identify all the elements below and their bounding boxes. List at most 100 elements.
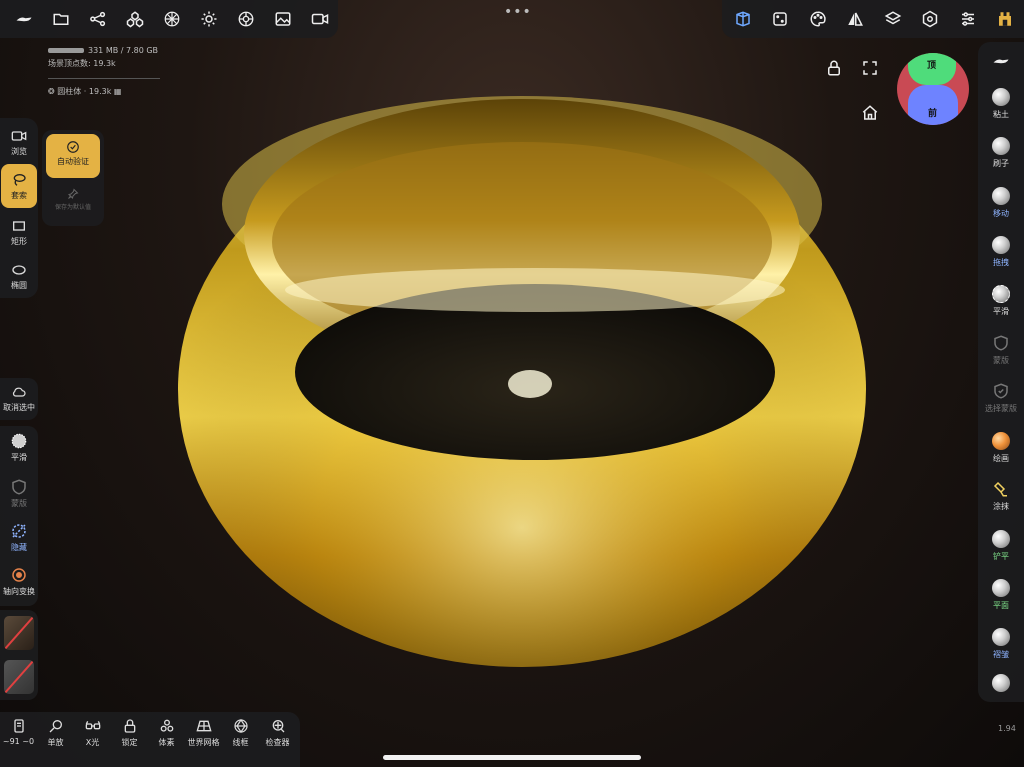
primitives-icon[interactable] xyxy=(117,0,154,38)
tool-smooth[interactable]: 平滑 xyxy=(978,279,1024,327)
paint-icon xyxy=(992,432,1010,450)
view-gizmo[interactable]: 顶 前 xyxy=(897,53,969,125)
deselect-label: 取消选中 xyxy=(3,403,35,412)
xray-button[interactable]: X光 xyxy=(74,718,111,748)
tool-label: 拖拽 xyxy=(993,258,1009,267)
image-icon[interactable] xyxy=(264,0,301,38)
zoom-button[interactable]: 单放 xyxy=(37,718,74,748)
inspector-button[interactable]: 检查器 xyxy=(259,718,296,748)
history-button[interactable]: ~91 ~0 xyxy=(0,718,37,746)
more-tools-icon xyxy=(992,674,1010,692)
move-icon xyxy=(992,187,1010,205)
tool-planar[interactable]: 平面 xyxy=(978,573,1024,621)
inspector-icon xyxy=(272,720,284,733)
deselect-button[interactable]: 取消选中 xyxy=(0,378,38,420)
tool-axis-transform[interactable]: 轴向变换 xyxy=(0,562,38,606)
smooth-icon xyxy=(992,285,1010,303)
tool-smooth[interactable]: 平滑 xyxy=(0,428,38,472)
tool-mask[interactable]: 蒙版 xyxy=(978,328,1024,376)
light-icon[interactable] xyxy=(190,0,227,38)
gizmo-front-label: 前 xyxy=(928,109,938,119)
inspector-label: 检查器 xyxy=(265,738,290,747)
flatten-icon xyxy=(992,530,1010,548)
tool-ellipse[interactable]: 椭圆 xyxy=(0,254,38,298)
folder-icon[interactable] xyxy=(43,0,80,38)
tool-label: 粘土 xyxy=(993,110,1009,119)
tool-flatten[interactable]: 铲平 xyxy=(978,524,1024,572)
selection-tools-panel: 浏览 套索 矩形 椭圆 xyxy=(0,118,38,298)
version-label: 1.94 xyxy=(998,724,1016,733)
material-sphere-icon[interactable] xyxy=(154,0,191,38)
symmetry-icon[interactable] xyxy=(837,0,875,38)
tool-label: 平面 xyxy=(993,601,1009,610)
tool-label: 浏览 xyxy=(11,147,27,156)
tool-move[interactable]: 移动 xyxy=(978,181,1024,229)
tool-label: 平滑 xyxy=(11,453,27,462)
tool-rectangle[interactable]: 矩形 xyxy=(0,210,38,254)
world-grid-icon xyxy=(195,720,212,732)
memory-bar xyxy=(48,48,84,53)
topology-icon[interactable] xyxy=(724,0,762,38)
ring-model[interactable] xyxy=(150,84,890,674)
select-mask-icon xyxy=(994,383,1008,399)
crease-icon xyxy=(992,628,1010,646)
tool-clay[interactable]: 粘土 xyxy=(978,82,1024,130)
lock-view-icon[interactable] xyxy=(824,58,844,78)
fullscreen-icon[interactable] xyxy=(860,58,880,78)
object-info[interactable]: ❂ 圆柱体 · 19.3k ▦ xyxy=(48,85,160,98)
lock-button[interactable]: 锁定 xyxy=(111,718,148,748)
settings-icon[interactable] xyxy=(912,0,950,38)
tool-label: 绘画 xyxy=(993,454,1009,463)
object-verts: 19.3k xyxy=(88,87,112,96)
camera-icon xyxy=(11,131,27,141)
wire-icon: ▦ xyxy=(113,87,122,96)
dice-icon[interactable] xyxy=(762,0,800,38)
tool-lasso[interactable]: 套索 xyxy=(1,164,37,208)
tool-label: 矩形 xyxy=(11,237,27,246)
tool-crease[interactable]: 褶皱 xyxy=(978,622,1024,670)
auto-verify-button[interactable]: 自动验证 xyxy=(46,134,100,178)
nomad-logo-icon[interactable] xyxy=(6,0,43,38)
tool-paint[interactable]: 绘画 xyxy=(978,426,1024,474)
tool-label: 蒙版 xyxy=(993,356,1009,365)
tool-brush[interactable]: 刷子 xyxy=(978,131,1024,179)
layers-icon[interactable] xyxy=(874,0,912,38)
environment-icon[interactable] xyxy=(227,0,264,38)
top-right-toolbar xyxy=(722,0,1024,38)
tool-label: 椭圆 xyxy=(11,281,27,290)
sliders-icon[interactable] xyxy=(949,0,987,38)
tool-browse[interactable]: 浏览 xyxy=(0,120,38,164)
texture-thumbnail[interactable] xyxy=(4,660,34,694)
tool-label: 铲平 xyxy=(993,552,1009,561)
memory-usage: 331 MB / 7.80 GB xyxy=(48,44,160,57)
tool-label: 隐藏 xyxy=(11,543,27,552)
scene-graph-icon[interactable] xyxy=(80,0,117,38)
gizmo-front-face[interactable] xyxy=(908,85,958,125)
wireframe-button[interactable]: 线框 xyxy=(222,718,259,748)
home-indicator[interactable] xyxy=(383,755,641,760)
smudge-icon xyxy=(993,481,1007,497)
tool-select-mask[interactable]: 选择蒙版 xyxy=(978,376,1024,424)
tool-drag[interactable]: 拖拽 xyxy=(978,230,1024,278)
tool-smudge[interactable]: 涂抹 xyxy=(978,474,1024,522)
tool-mask[interactable]: 蒙版 xyxy=(0,474,38,518)
lasso-options-menu: 自动验证 保存为默认值 xyxy=(42,130,104,226)
matcap-thumbnail[interactable] xyxy=(4,616,34,650)
axis-transform-icon xyxy=(12,568,26,582)
tool-label: 移动 xyxy=(993,209,1009,218)
lock-label: 锁定 xyxy=(121,738,138,747)
check-circle-icon xyxy=(67,141,79,153)
action-tools-panel: 平滑 蒙版 隐藏 轴向变换 xyxy=(0,426,38,606)
palette-icon[interactable] xyxy=(799,0,837,38)
voxel-label: 体素 xyxy=(158,738,175,747)
voxel-button[interactable]: 体素 xyxy=(148,718,185,748)
material-thumbs-panel xyxy=(0,610,38,700)
ellipse-icon xyxy=(12,265,26,275)
tool-hide[interactable]: 隐藏 xyxy=(0,518,38,562)
world-grid-button[interactable]: 世界网格 xyxy=(185,718,222,748)
save-default-button[interactable]: 保存为默认值 xyxy=(46,182,100,222)
tool-more[interactable] xyxy=(978,668,1024,716)
store-icon[interactable] xyxy=(987,0,1024,38)
drag-handle-icon[interactable]: ••• xyxy=(504,4,532,20)
video-icon[interactable] xyxy=(301,0,338,38)
